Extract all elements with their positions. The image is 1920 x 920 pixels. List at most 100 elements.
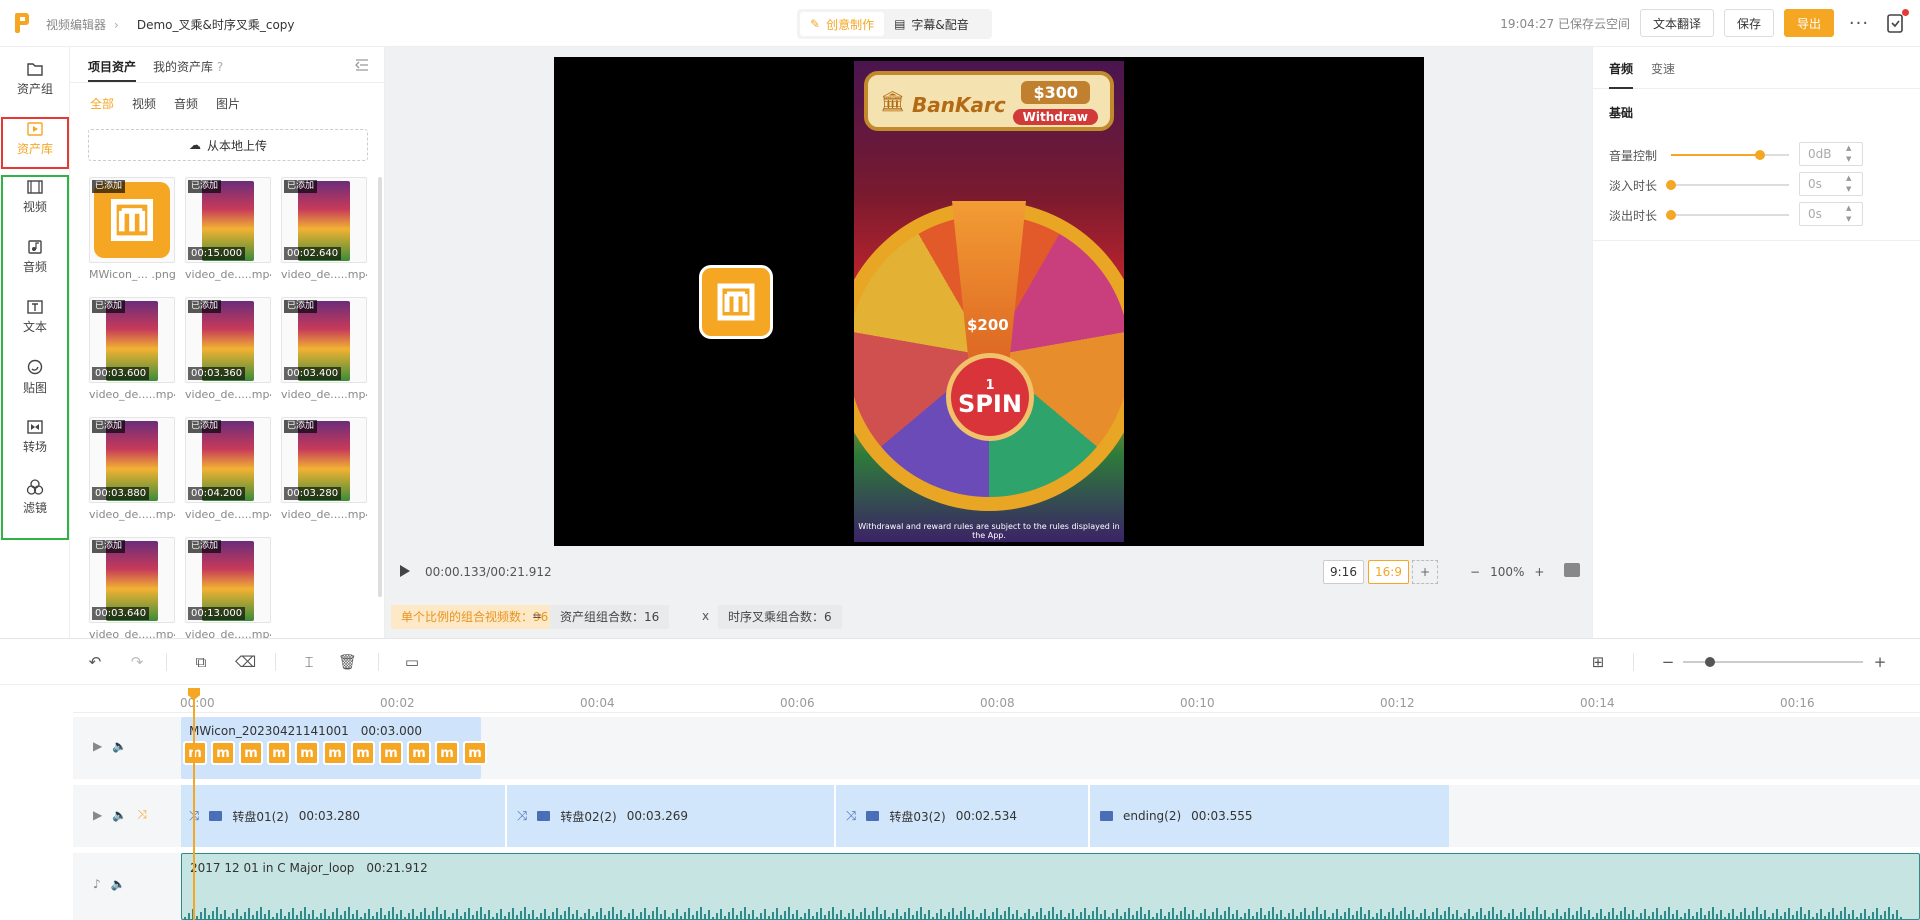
clipboard-check-icon[interactable] (1884, 9, 1909, 34)
translate-button[interactable]: 文本翻译 (1639, 9, 1714, 37)
waveform-bar (1028, 909, 1030, 919)
filter-video[interactable]: 视频 (132, 95, 156, 112)
clip-mwicon[interactable]: MWicon_20230421141001 00:03.000 mmmmmmmmm… (181, 717, 487, 779)
waveform-bar (1176, 915, 1178, 919)
shuffle-icon[interactable]: ⤨ (846, 809, 856, 824)
timeline-zoom-out-icon[interactable]: − (1659, 653, 1677, 671)
added-badge: 已添加 (284, 300, 318, 313)
shuffle-icon[interactable]: ⤨ (137, 807, 147, 822)
property-slider[interactable] (1666, 210, 1789, 220)
property-slider[interactable] (1666, 180, 1789, 190)
export-button[interactable]: 导出 (1783, 9, 1834, 37)
redo-icon[interactable]: ↷ (128, 653, 146, 671)
zoom-in-button[interactable]: + (1534, 565, 1544, 579)
waveform-bar (1740, 912, 1742, 919)
asset-thumb[interactable]: 已添加 00:03.640 video_de.....mp4 (89, 537, 175, 641)
more-menu-button[interactable]: ··· (1844, 13, 1874, 34)
ratio-9-16-button[interactable]: 9:16 (1323, 560, 1364, 584)
shuffle-icon[interactable]: ⤨ (517, 809, 527, 824)
waveform-bar (1532, 911, 1534, 919)
add-ratio-button[interactable]: + (1412, 560, 1438, 584)
nav-asset-group[interactable]: 资产组 (4, 53, 66, 105)
asset-thumb[interactable]: 已添加 00:15.000 video_de.....mp4 (185, 177, 271, 281)
waveform-bar (1720, 910, 1722, 919)
track-video-icon[interactable]: ▶ (93, 808, 102, 822)
filter-all[interactable]: 全部 (90, 95, 114, 112)
ratio-16-9-button[interactable]: 16:9 (1368, 560, 1409, 584)
asset-thumb[interactable]: 已添加 MWicon_... .png (89, 177, 175, 281)
mw-logo-icon: m (239, 741, 263, 765)
property-input[interactable]: 0s ▲ ▼ (1799, 202, 1863, 226)
waveform-bar (512, 908, 514, 919)
breadcrumb-app[interactable]: 视频编辑器 (46, 18, 106, 32)
stepper-icon[interactable]: ▲ ▼ (1846, 143, 1856, 165)
filter-image[interactable]: 图片 (216, 95, 240, 112)
tab-speed[interactable]: 变速 (1651, 60, 1675, 77)
asset-thumb[interactable]: 已添加 00:04.200 video_de.....mp4 (185, 417, 271, 521)
waveform-bar (1388, 912, 1390, 919)
waveform-bar (1620, 911, 1622, 919)
tab-subtitle-dubbing[interactable]: ▤ 字幕&配音 (884, 12, 979, 36)
property-input[interactable]: 0dB ▲ ▼ (1799, 142, 1863, 166)
waveform-bar (1832, 908, 1834, 919)
asset-scrollbar[interactable] (378, 177, 382, 597)
slider-knob[interactable] (1754, 150, 1765, 160)
copy-icon[interactable]: ⧉ (192, 653, 210, 671)
tab-audio[interactable]: 音频 (1609, 60, 1633, 77)
play-icon[interactable] (399, 564, 411, 578)
split-icon[interactable]: ⌶ (300, 653, 318, 671)
asset-thumb[interactable]: 已添加 00:03.880 video_de.....mp4 (89, 417, 175, 521)
waveform-bar (604, 915, 606, 919)
asset-thumb[interactable]: 已添加 00:03.400 video_de.....mp4 (281, 297, 367, 401)
asset-thumb[interactable]: 已添加 00:13.000 video_de.....mp4 (185, 537, 271, 641)
zoom-out-button[interactable]: − (1470, 565, 1480, 579)
timeline-segment[interactable]: ⤨ 转盘02(2) 00:03.269 (509, 785, 836, 847)
volume-icon[interactable]: 🔈 (111, 877, 126, 891)
waveform-bar (884, 910, 886, 919)
asset-thumb[interactable]: 已添加 00:03.600 video_de.....mp4 (89, 297, 175, 401)
time-ruler[interactable]: 00:00 00:02 00:04 00:06 00:08 00:10 00:12 00:14… (73, 685, 1920, 713)
volume-icon[interactable]: 🔈 (112, 739, 127, 753)
save-button[interactable]: 保存 (1723, 9, 1774, 37)
timeline-zoom-slider[interactable] (1683, 657, 1863, 667)
divider (166, 653, 167, 671)
timeline-zoom-in-icon[interactable]: + (1871, 653, 1889, 671)
asset-thumb[interactable]: 已添加 00:03.280 video_de.....mp4 (281, 417, 367, 521)
volume-icon[interactable]: 🔈 (112, 808, 127, 822)
track-video-icon[interactable]: ▶ (93, 739, 102, 753)
property-input[interactable]: 0s ▲ ▼ (1799, 172, 1863, 196)
stepper-icon[interactable]: ▲ ▼ (1846, 203, 1856, 225)
filter-audio[interactable]: 音频 (174, 95, 198, 112)
folder-icon[interactable]: ▭ (403, 653, 421, 671)
eraser-icon[interactable]: ⌫ (235, 653, 256, 671)
track-audio-icon[interactable]: ♪ (93, 877, 101, 891)
section-basic: 基础 (1609, 106, 1634, 120)
collapse-panel-icon[interactable] (355, 59, 369, 71)
video-player[interactable]: 🏛 BanKarc $300 Withdraw $200 1 SPIN With… (554, 57, 1424, 546)
slider-knob[interactable] (1666, 210, 1676, 220)
mw-logo-overlay[interactable] (699, 265, 773, 339)
tab-my-asset-library[interactable]: 我的资产库 ? (153, 58, 223, 75)
asset-name: video_de.....mp4 (185, 508, 271, 521)
property-slider[interactable] (1671, 150, 1789, 160)
playhead[interactable] (193, 695, 195, 920)
snapshot-icon[interactable] (1564, 563, 1580, 577)
timeline-segment[interactable]: ending(2) 00:03.555 (1092, 785, 1449, 847)
slider-knob[interactable] (1666, 180, 1676, 190)
stepper-icon[interactable]: ▲ ▼ (1846, 173, 1856, 195)
tab-project-assets[interactable]: 项目资产 (88, 58, 136, 75)
tab-creative[interactable]: ✎ 创意制作 (800, 12, 885, 36)
timeline-segment[interactable]: ⤨转盘01(2)00:03.280 (181, 785, 507, 847)
clip-audio[interactable]: 2017 12 01 in C Major_loop 00:21.912 (181, 853, 1920, 920)
asset-thumb[interactable]: 已添加 00:02.640 video_de.....mp4 (281, 177, 367, 281)
timeline-segment[interactable]: ⤨ 转盘03(2) 00:02.534 (838, 785, 1090, 847)
asset-thumb[interactable]: 已添加 00:03.360 video_de.....mp4 (185, 297, 271, 401)
delete-icon[interactable]: 🗑 (338, 653, 357, 671)
fit-timeline-icon[interactable]: ⊞ (1589, 653, 1607, 671)
waveform-bar (1096, 907, 1098, 919)
waveform-bar (1552, 913, 1554, 919)
undo-icon[interactable]: ↶ (86, 653, 104, 671)
waveform-bar (1632, 910, 1634, 919)
slider-knob[interactable] (1705, 657, 1715, 667)
upload-local-button[interactable]: ☁ 从本地上传 (88, 129, 368, 161)
